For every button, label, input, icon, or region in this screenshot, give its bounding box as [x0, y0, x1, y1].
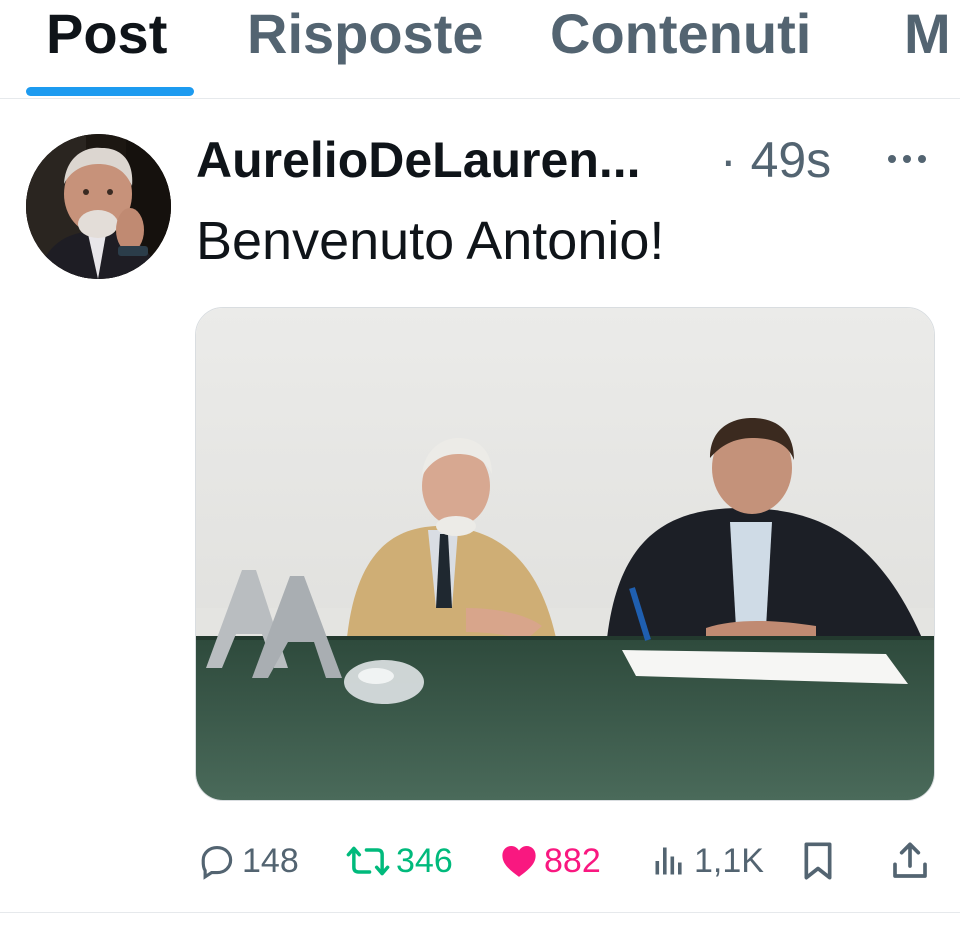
- repost-button[interactable]: 346: [346, 838, 453, 884]
- reply-count: 148: [242, 842, 299, 880]
- post-divider: [0, 912, 960, 913]
- bookmark-button[interactable]: [800, 838, 836, 884]
- avatar-image: [26, 134, 171, 279]
- tab-more[interactable]: M: [904, 2, 951, 66]
- photo-image: [196, 308, 934, 800]
- views-button[interactable]: 1,1K: [650, 838, 764, 884]
- tab-replies[interactable]: Risposte: [247, 2, 484, 66]
- reply-button[interactable]: 148: [198, 838, 299, 884]
- author-name[interactable]: AurelioDeLauren...: [196, 130, 641, 190]
- views-count: 1,1K: [694, 842, 764, 880]
- repost-icon: [346, 846, 390, 876]
- share-icon: [893, 842, 927, 878]
- tab-post[interactable]: Post: [46, 2, 167, 66]
- reply-icon: [201, 845, 233, 880]
- share-button[interactable]: [890, 838, 930, 884]
- like-count: 882: [544, 842, 601, 880]
- avatar[interactable]: [26, 134, 171, 279]
- time-value: 49s: [750, 132, 832, 188]
- repost-count: 346: [396, 842, 453, 880]
- active-tab-indicator: [26, 87, 194, 96]
- bookmark-icon: [804, 842, 832, 880]
- heart-icon: [502, 845, 536, 877]
- like-button[interactable]: 882: [500, 838, 601, 884]
- tab-media[interactable]: Contenuti: [550, 2, 811, 66]
- post-text: Benvenuto Antonio!: [196, 211, 665, 271]
- more-icon[interactable]: [884, 148, 930, 170]
- profile-tabs: Post Risposte Contenuti M: [0, 0, 960, 99]
- post-timestamp[interactable]: · 49s: [720, 130, 831, 190]
- separator-dot: ·: [720, 132, 737, 188]
- post-actions: 148 346 882 1,1K: [0, 830, 960, 892]
- views-icon: [655, 847, 682, 875]
- post-media[interactable]: [195, 307, 935, 801]
